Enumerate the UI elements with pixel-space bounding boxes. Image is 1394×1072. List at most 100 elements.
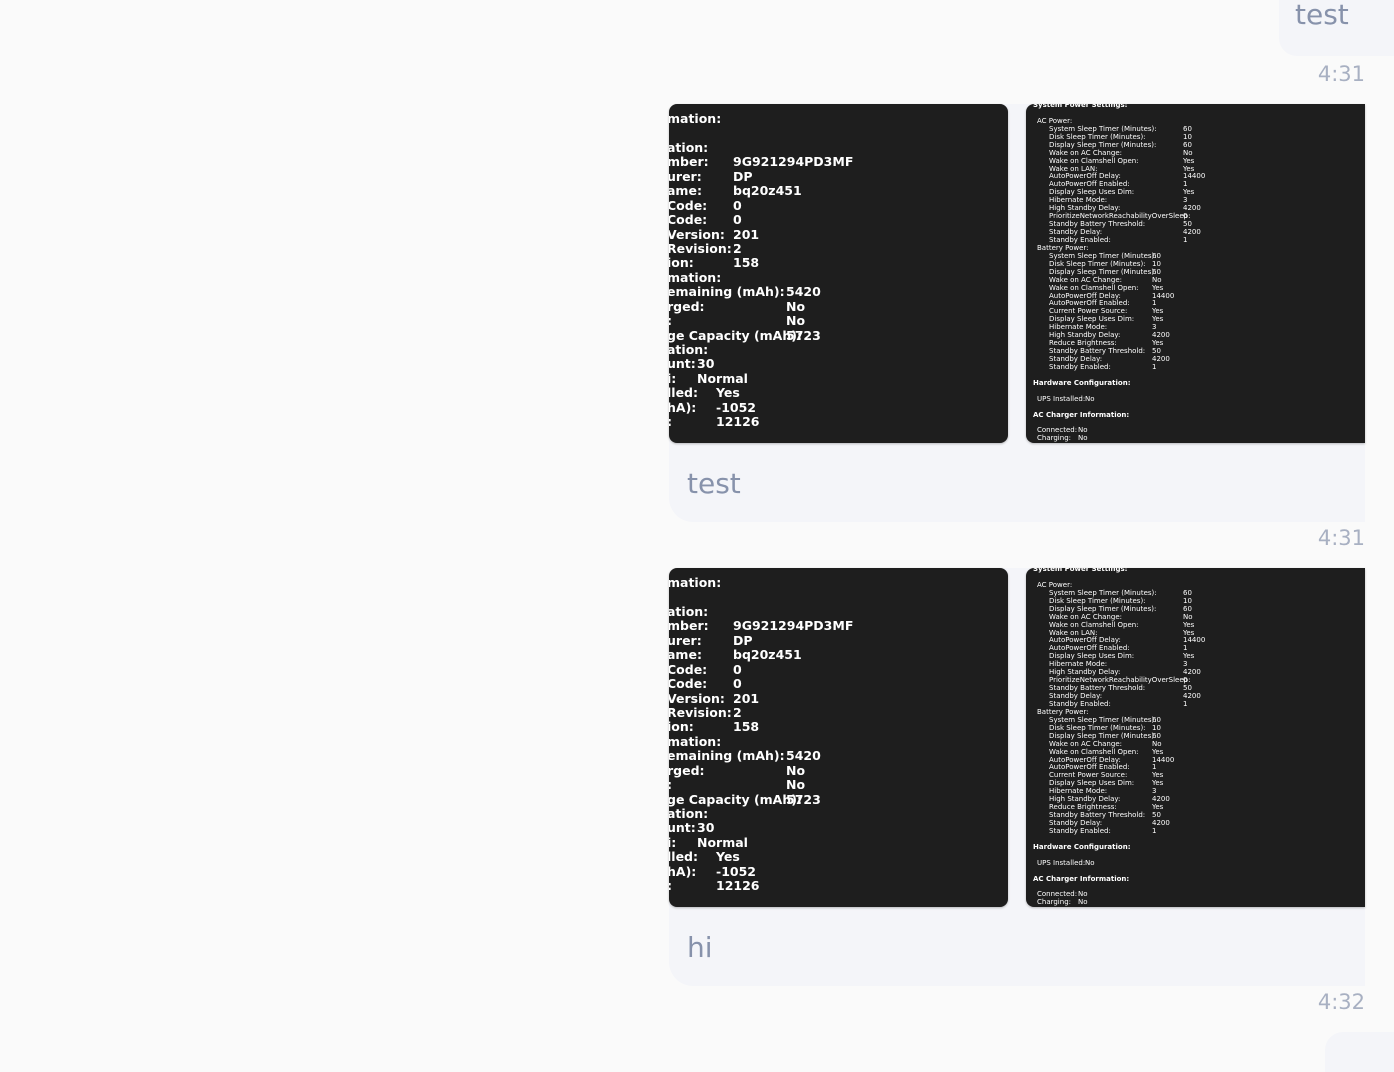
screenshot-text-row: : 12126 (669, 878, 802, 893)
screenshot-text-label: High Standby Delay: (1049, 668, 1121, 677)
screenshot-text-label: Standby Battery Threshold: (1049, 684, 1146, 693)
screenshot-text-label: unt: (669, 820, 696, 836)
screenshot-text-label: i: (669, 834, 677, 850)
screenshot-text-label: emaining (mAh): (669, 748, 785, 764)
screenshot-text-value: 5723 (786, 791, 821, 807)
screenshot-text-label: AutoPowerOff Delay: (1049, 636, 1121, 645)
message-timestamp: 4:31 (1317, 62, 1365, 86)
screenshot-text-label: Standby Battery Threshold: (1049, 811, 1146, 820)
screenshot-text-row: lled: Yes (669, 849, 802, 864)
message-bubble[interactable]: test (1279, 0, 1394, 56)
message-timestamp: 4:31 (1317, 526, 1365, 550)
screenshot-text-label: Display Sleep Uses Dim: (1049, 188, 1135, 197)
screenshot-text-label: Charging: (1037, 898, 1071, 907)
screenshot-text-row: ation: (669, 140, 802, 155)
screenshot-text-label: Display Sleep Timer (Minutes): (1049, 731, 1157, 740)
image-attachment-power-settings[interactable]: System Power Settings: AC Power: System Sl… (1026, 104, 1365, 443)
screenshot-text-row: Revision: 2 (669, 705, 802, 720)
image-attachment-battery-info[interactable]: mation: ation: mber: 9G921294PD3MF urer: DP am… (669, 568, 1008, 907)
screenshot-text-label: System Power Settings: (1033, 568, 1128, 573)
screenshot-text-label: Battery Power: (1037, 243, 1089, 252)
screenshot-text-row: ion: 158 (669, 719, 802, 734)
screenshot-text-row: ation: (669, 806, 802, 821)
screenshot-text-label: Reduce Brightness: (1049, 339, 1117, 348)
screenshot-text-row: rged: No (669, 298, 806, 314)
screenshot-text-label: Current Power Source: (1049, 771, 1128, 780)
screenshot-text-value: 0 (733, 212, 742, 228)
screenshot-text-row: hA): -1052 (669, 864, 802, 879)
screenshot-text-row: Code: 0 (669, 197, 802, 213)
message-bubble[interactable] (1325, 1032, 1394, 1072)
screenshot-text-label: Standby Enabled: (1049, 362, 1111, 371)
screenshot-text-label: Version: (669, 226, 725, 242)
screenshot-text-label: rged: (669, 298, 705, 314)
screenshot-text-value: No (1078, 898, 1088, 907)
screenshot-text-label: Disk Sleep Timer (Minutes): (1049, 723, 1146, 732)
screenshot-text-value: 30 (697, 820, 715, 836)
screenshot-text-label: Revision: (669, 240, 732, 256)
screenshot-text-label: lled: (669, 385, 698, 401)
screenshot-text-value: DP (733, 632, 753, 648)
screenshot-text-label: Disk Sleep Timer (Minutes): (1049, 596, 1146, 605)
screenshot-text-label: ation: (669, 342, 709, 357)
screenshot-text-row: ion: 158 (669, 255, 802, 270)
screenshot-text-label: Standby Enabled: (1049, 699, 1111, 708)
screenshot-text-value: 0 (733, 197, 742, 213)
screenshot-text-label: Code: (669, 676, 708, 692)
screenshot-text-label: Disk Sleep Timer (Minutes): (1049, 259, 1146, 268)
screenshot-text-label: Display Sleep Uses Dim: (1049, 652, 1135, 661)
screenshot-text-label: urer: (669, 168, 702, 184)
screenshot-text-value: 1 (1183, 235, 1188, 244)
screenshot-text-label: Wake on Clamshell Open: (1049, 747, 1139, 756)
screenshot-text-label: High Standby Delay: (1049, 795, 1121, 804)
screenshot-text-label: System Sleep Timer (Minutes): (1049, 124, 1157, 133)
screenshot-text-value: No (786, 298, 806, 314)
screenshot-text-label: AC Charger Information: (1033, 874, 1130, 883)
screenshot-text-value: No (786, 762, 806, 778)
screenshot-text-label: Version: (669, 690, 725, 706)
screenshot-text-row: : No (669, 777, 805, 792)
screenshot-text-row (669, 590, 802, 604)
screenshot-text-value: 5420 (786, 748, 821, 764)
screenshot-text-label: Hardware Configuration: (1033, 378, 1131, 387)
screenshot-text-value: Normal (697, 834, 748, 850)
message-caption: test (687, 467, 741, 500)
screenshot-text-value: bq20z451 (733, 183, 802, 199)
screenshot-text-label: AutoPowerOff Delay: (1049, 291, 1121, 300)
screenshot-text-label: AutoPowerOff Enabled: (1049, 299, 1130, 308)
screenshot-text-label: Wake on AC Change: (1049, 739, 1122, 748)
screenshot-text-row: ation: (669, 603, 802, 619)
screenshot-text-row: unt: 30 (669, 356, 802, 371)
message-bubble[interactable]: mation: ation: mber: 9G921294PD3MF urer: DP am… (669, 104, 1365, 522)
screenshot-text-label: AC Charger Information: (1033, 410, 1130, 419)
message-text: test (1295, 0, 1349, 31)
screenshot-text-row: urer: DP (669, 632, 802, 648)
power-settings-text: System Power Settings: AC Power: System Sl… (1033, 568, 1205, 907)
screenshot-text-label: AutoPowerOff Enabled: (1049, 644, 1130, 653)
screenshot-text-label: Standby Battery Threshold: (1049, 347, 1146, 356)
screenshot-text-label: Code: (669, 661, 708, 677)
message-bubble[interactable]: mation: ation: mber: 9G921294PD3MF urer: DP am… (669, 568, 1365, 986)
screenshot-text-label: PrioritizeNetworkReachabilityOverSleep: (1049, 676, 1191, 685)
screenshot-text-label: Hibernate Mode: (1049, 787, 1108, 796)
screenshot-text-label: Code: (669, 212, 708, 228)
image-attachment-power-settings[interactable]: System Power Settings: AC Power: System Sl… (1026, 568, 1365, 907)
screenshot-text-row: urer: DP (669, 168, 802, 184)
screenshot-text-value: No (786, 313, 806, 329)
screenshot-text-label: Current Power Source: (1049, 307, 1128, 316)
screenshot-text-row: i: Normal (669, 834, 802, 850)
screenshot-text-row: Code: 0 (669, 212, 802, 228)
screenshot-text-row: mation: (669, 270, 802, 285)
screenshot-text-row: ge Capacity (mAh): 5723 (669, 328, 821, 343)
screenshot-text-row: mation: (669, 111, 802, 126)
battery-info-text: mation: ation: mber: 9G921294PD3MF urer: DP am… (669, 575, 853, 894)
screenshot-text-label: i: (669, 370, 677, 386)
screenshot-text-label: ame: (669, 647, 702, 663)
screenshot-text-label: Standby Delay: (1049, 692, 1103, 700)
screenshot-text-row: UPS Installed: No (1033, 859, 1190, 868)
screenshot-text-label: Wake on LAN: (1049, 164, 1098, 173)
screenshot-text-row: Code: 0 (669, 661, 802, 677)
image-attachment-battery-info[interactable]: mation: ation: mber: 9G921294PD3MF urer: DP am… (669, 104, 1008, 443)
screenshot-text-label: ation: (669, 603, 709, 619)
screenshot-text-label: AC Power: (1037, 116, 1073, 125)
